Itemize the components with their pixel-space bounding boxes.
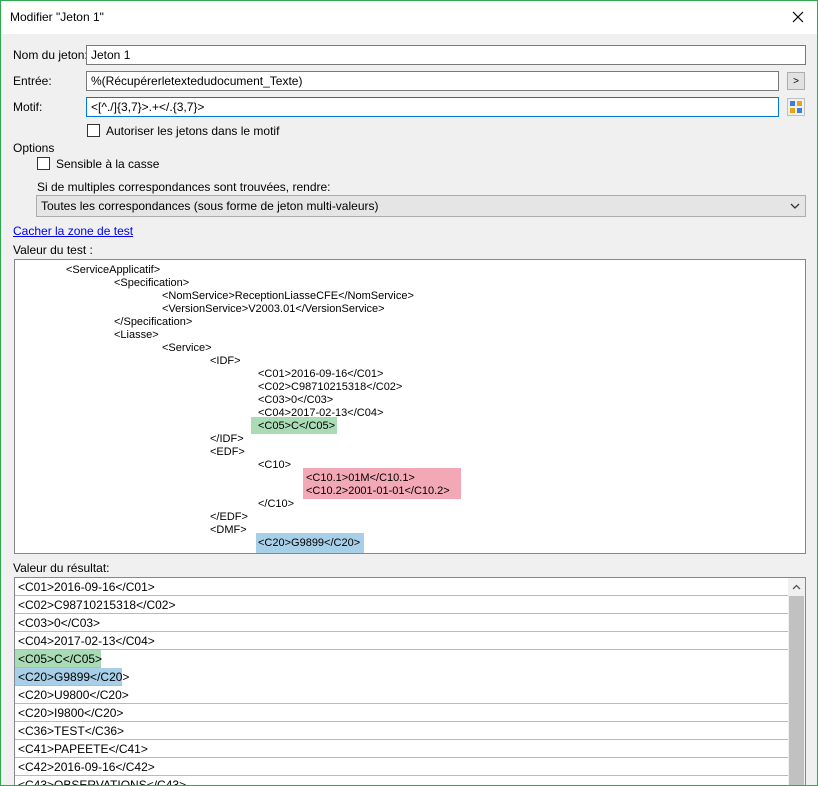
grid-builder-icon [790,101,802,113]
result-row[interactable]: <C36>TEST</C36> [15,722,788,740]
multiple-matches-label: Si de multiples correspondances sont tro… [37,180,331,194]
result-row[interactable]: <C03>0</C03> [15,614,788,632]
xml-line: <DMF> [210,524,247,536]
pattern-label: Motif: [13,100,43,114]
close-icon [792,11,804,23]
scroll-up-button[interactable] [788,578,805,595]
xml-line: <C10.1>01M</C10.1> [306,472,415,484]
case-sensitive-label: Sensible à la casse [56,157,160,171]
xml-line: <Specification> [114,277,190,289]
xml-line: </IDF> [210,433,244,445]
input-label: Entrée: [13,74,52,88]
options-heading: Options [13,141,55,155]
xml-line: <ServiceApplicatif> [66,264,161,276]
close-button[interactable] [785,5,811,29]
multiple-matches-select[interactable]: Toutes les correspondances (sous forme d… [36,195,806,217]
chevron-down-icon [790,203,800,209]
xml-line: <C20>G9899</C20> [258,537,361,549]
xml-line: </C10> [258,498,295,510]
xml-line: <Liasse> [114,329,159,341]
xml-line: <C04>2017-02-13</C04> [258,407,384,419]
allow-tokens-checkbox[interactable] [87,124,100,137]
pattern-input[interactable]: <[^./]{3,7}>.+</.{3,7}> [86,97,779,117]
token-edit-dialog: Modifier "Jeton 1" Nom du jeton: Jeton 1… [0,0,818,786]
result-row[interactable]: <C41>PAPEETE</C41> [15,740,788,758]
xml-line: <Service> [162,342,212,354]
result-row[interactable]: <C20>U9800</C20> [15,686,788,704]
result-row[interactable]: <C02>C98710215318</C02> [15,596,788,614]
insert-token-button[interactable]: > [787,72,805,90]
token-name-input[interactable]: Jeton 1 [86,45,806,65]
xml-line: <C01>2016-09-16</C01> [258,368,384,380]
xml-line: <C02>C98710215318</C02> [258,381,403,393]
case-sensitive-checkbox[interactable] [37,157,50,170]
xml-line: </EDF> [210,511,248,523]
token-name-label: Nom du jeton: [13,48,88,62]
result-list[interactable]: <C01>2016-09-16</C01> <C02>C98710215318<… [14,577,806,785]
result-row[interactable]: <C20>G9899</C20> [15,668,129,686]
test-value-area[interactable]: <ServiceApplicatif> <Specification> <Nom… [14,259,806,554]
xml-line: <C03>0</C03> [258,394,334,406]
result-row[interactable]: <C20>I9800</C20> [15,704,788,722]
xml-line: </Specification> [114,316,193,328]
hide-test-area-link[interactable]: Cacher la zone de test [13,224,133,238]
result-row[interactable]: <C04>2017-02-13</C04> [15,632,788,650]
window-title: Modifier "Jeton 1" [10,10,104,24]
chevron-up-icon [792,584,801,589]
pattern-helper-button[interactable] [787,98,805,116]
result-row[interactable]: <C43>OBSERVATIONS</C43> [15,776,788,785]
input-field[interactable]: %(Récupérerletextedudocument_Texte) [86,71,779,91]
title-bar: Modifier "Jeton 1" [1,1,817,34]
result-value-label: Valeur du résultat: [13,561,110,575]
xml-line: <VersionService>V2003.01</VersionService… [162,303,385,315]
xml-line: <C05>C</C05> [258,420,336,432]
result-scrollbar[interactable] [788,578,805,785]
allow-tokens-label: Autoriser les jetons dans le motif [106,124,280,138]
test-value-label: Valeur du test : [13,243,93,257]
xml-line: <IDF> [210,355,241,367]
xml-line: <C10> [258,459,292,471]
result-row[interactable]: <C42>2016-09-16</C42> [15,758,788,776]
xml-line: <C10.2>2001-01-01</C10.2> [306,485,450,497]
xml-line: <EDF> [210,446,245,458]
scroll-thumb[interactable] [789,596,804,785]
multiple-matches-value: Toutes les correspondances (sous forme d… [41,199,379,213]
xml-line: <NomService>ReceptionLiasseCFE</NomServi… [162,290,414,302]
result-row[interactable]: <C01>2016-09-16</C01> [15,578,788,596]
result-row[interactable]: <C05>C</C05> [15,650,102,668]
